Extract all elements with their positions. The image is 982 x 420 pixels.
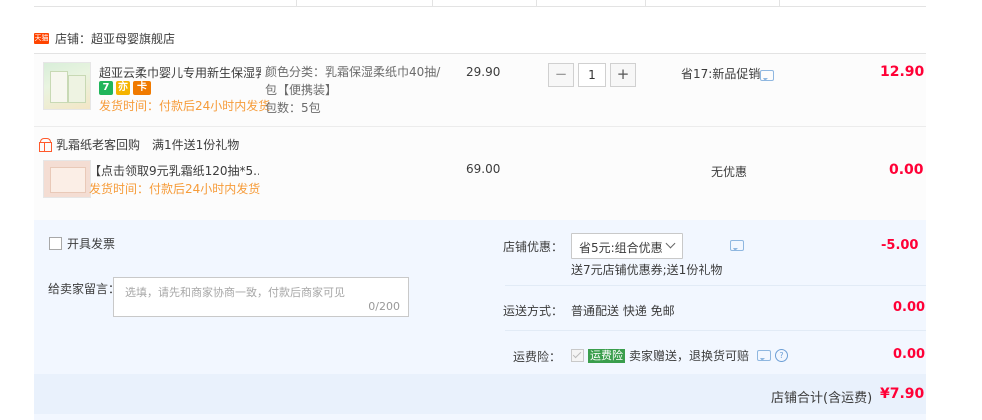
item-total: 12.90 [880, 64, 925, 80]
spec-color-cont: 包【便携装】 [265, 83, 338, 97]
spec-color: 颜色分类：乳霜保湿柔纸巾40抽/ [265, 65, 441, 79]
promo-info-icon[interactable] [760, 70, 774, 81]
message-placeholder: 选填，请先和商家协商一致，付款后商家可见 [125, 286, 345, 299]
quantity-stepper: − 1 + [548, 63, 636, 87]
options-divider [505, 330, 926, 331]
quantity-plus-button[interactable]: + [610, 63, 636, 87]
gift-promo: 无优惠 [711, 165, 748, 179]
invoice-label: 开具发票 [67, 237, 116, 251]
shop-discount-selected: 省5元:组合优惠 [579, 241, 663, 255]
quality-icon: 亦 [116, 81, 130, 95]
spec-pack: 包数：5包 [265, 101, 321, 115]
chevron-down-icon [665, 238, 676, 249]
product-thumbnail[interactable] [43, 62, 91, 110]
shipping-label: 运送方式： [503, 304, 564, 318]
table-header [34, 0, 926, 7]
gift-title-link[interactable]: 【点击领取9元乳霜纸120抽*5... [89, 162, 259, 179]
quantity-input[interactable]: 1 [578, 63, 606, 87]
shop-discount-label: 店铺优惠： [503, 240, 564, 254]
shop-subtotal-amount: ¥7.90 [880, 386, 925, 402]
insurance-text: 卖家赠送，退换货可赔 [629, 349, 750, 363]
header-divider [779, 0, 780, 6]
insurance-chat-icon[interactable] [757, 350, 772, 361]
product-spec: 颜色分类：乳霜保湿柔纸巾40抽/ 包【便携装】 包数：5包 [265, 63, 440, 117]
shop-discount-select[interactable]: 省5元:组合优惠 [571, 233, 683, 259]
seller-message-input[interactable]: 选填，请先和商家协商一致，付款后商家可见 0/200 [113, 277, 409, 317]
invoice-option: 开具发票 [49, 235, 115, 252]
gift-icon [38, 138, 52, 152]
insurance-checkbox[interactable] [571, 349, 584, 362]
insurance-option: 运费险 卖家赠送，退换货可赔 ? [571, 347, 789, 364]
service-badges: 7 亦 卡 [99, 81, 151, 95]
shop-name[interactable]: 店铺：超亚母婴旗舰店 [55, 30, 175, 47]
item-divider [34, 126, 926, 127]
gift-title: 乳霜纸老客回购 [56, 138, 141, 152]
message-label: 给卖家留言： [48, 282, 121, 296]
insurance-amount: 0.00 [893, 347, 926, 362]
options-divider [505, 285, 926, 286]
product-title[interactable]: 超亚云柔巾婴儿专用新生保湿乳... [99, 64, 261, 81]
tmall-logo-icon: 天猫 [34, 32, 49, 44]
seven-day-return-icon: 7 [99, 81, 113, 95]
promo-text: 省17:新品促销 [681, 67, 761, 81]
message-counter: 0/200 [368, 300, 400, 313]
gift-rule: 满1件送1份礼物 [152, 138, 240, 152]
header-divider [432, 0, 433, 6]
invoice-checkbox[interactable] [49, 237, 62, 250]
ship-time: 发货时间：付款后24小时内发货 [99, 99, 271, 113]
header-divider [645, 0, 646, 6]
shipping-method: 普通配送 快递 免邮 [571, 304, 675, 318]
shop-discount-amount: -5.00 [881, 238, 919, 253]
shop-discount-note: 送7元店铺优惠券;送1份礼物 [571, 263, 723, 277]
unit-price: 29.90 [466, 65, 501, 79]
discount-info-icon[interactable] [729, 240, 744, 251]
gift-total: 0.00 [889, 162, 924, 178]
shop-header: 天猫 店铺：超亚母婴旗舰店 [34, 28, 175, 48]
help-icon[interactable]: ? [775, 349, 789, 362]
gift-price: 69.00 [466, 162, 501, 176]
shop-subtotal-label: 店铺合计(含运费) [771, 391, 873, 406]
quantity-minus-button[interactable]: − [548, 63, 574, 87]
insurance-badge: 运费险 [588, 348, 625, 363]
shipping-amount: 0.00 [893, 300, 926, 315]
insurance-label: 运费险： [513, 350, 562, 364]
gift-header: 乳霜纸老客回购 满1件送1份礼物 [38, 136, 239, 153]
header-divider [536, 0, 537, 6]
header-divider [296, 0, 297, 6]
credit-card-icon: 卡 [133, 81, 151, 95]
gift-ship-time: 发货时间：付款后24小时内发货 [89, 182, 261, 196]
gift-thumbnail[interactable] [43, 160, 91, 198]
